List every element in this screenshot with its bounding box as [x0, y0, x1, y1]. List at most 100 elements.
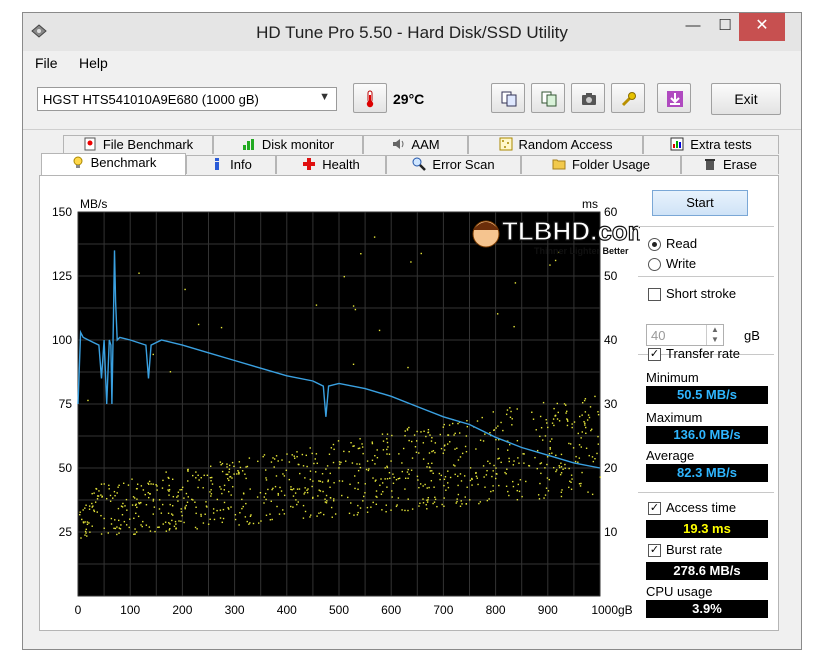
- access-time-dot: [420, 252, 422, 255]
- spin-arrows-icon[interactable]: ▲ ▼: [706, 325, 723, 345]
- access-time-dot: [508, 460, 510, 463]
- download-button[interactable]: [657, 83, 691, 113]
- access-time-dot: [230, 494, 232, 496]
- access-time-dot: [256, 496, 259, 498]
- access-time-dot: [379, 484, 381, 487]
- tab-file-benchmark[interactable]: File Benchmark: [63, 135, 213, 154]
- access-time-dot: [229, 476, 231, 478]
- access-time-dot: [574, 460, 577, 463]
- tab-random-access[interactable]: Random Access: [468, 135, 643, 154]
- access-time-dot: [514, 282, 517, 284]
- access-time-dot: [570, 481, 572, 484]
- short-stroke-input[interactable]: 40 ▲ ▼: [646, 324, 724, 346]
- access-time-dot: [125, 498, 128, 501]
- access-time-dot: [263, 454, 266, 456]
- copy-info-button[interactable]: [491, 83, 525, 113]
- access-time-dot: [325, 494, 328, 497]
- drive-select[interactable]: HGST HTS541010A9E680 (1000 gB) ▼: [37, 87, 337, 111]
- save-report-button[interactable]: [531, 83, 565, 113]
- access-time-dot: [265, 514, 268, 516]
- access-time-dot: [271, 518, 273, 521]
- access-time-dot: [135, 488, 138, 490]
- access-time-dot: [525, 480, 527, 483]
- tab-extra-tests[interactable]: Extra tests: [643, 135, 779, 154]
- tab-label: Random Access: [518, 137, 613, 152]
- tab-erase[interactable]: Erase: [681, 155, 779, 174]
- access-time-dot: [387, 446, 389, 448]
- access-time-dot: [406, 471, 409, 473]
- x-tick-label: 100: [120, 603, 140, 617]
- access-time-dot: [222, 517, 225, 520]
- access-time-dot: [124, 505, 126, 507]
- access-time-dot: [390, 509, 392, 511]
- screenshot-button[interactable]: [571, 83, 605, 113]
- tab-aam[interactable]: AAM: [363, 135, 468, 154]
- access-time-dot: [483, 476, 485, 478]
- access-time-dot: [457, 422, 459, 425]
- access-time-dot: [302, 465, 305, 467]
- access-time-dot: [133, 497, 136, 499]
- access-time-dot: [133, 533, 135, 535]
- access-time-dot: [265, 498, 267, 501]
- access-time-dot: [91, 492, 93, 495]
- options-button[interactable]: [611, 83, 645, 113]
- write-radio[interactable]: [648, 258, 661, 271]
- title-bar[interactable]: HD Tune Pro 5.50 - Hard Disk/SSD Utility…: [23, 13, 801, 51]
- access-time-dot: [112, 497, 114, 499]
- close-button[interactable]: ✕: [739, 13, 785, 41]
- access-time-dot: [466, 419, 468, 422]
- access-time-dot: [442, 426, 445, 428]
- burst-rate-checkbox[interactable]: ✓: [648, 544, 661, 557]
- access-time-dot: [187, 470, 189, 472]
- access-time-dot: [461, 503, 463, 505]
- tab-label: Benchmark: [90, 155, 157, 170]
- access-time-dot: [528, 465, 531, 467]
- maximize-button[interactable]: ☐: [709, 13, 741, 41]
- tab-folder-usage[interactable]: Folder Usage: [521, 155, 681, 174]
- access-time-dot: [493, 464, 495, 467]
- menu-help[interactable]: Help: [79, 55, 108, 71]
- access-time-dot: [212, 508, 215, 510]
- access-time-dot: [386, 433, 389, 435]
- short-stroke-checkbox[interactable]: [648, 288, 661, 301]
- access-time-dot: [535, 429, 537, 431]
- access-time-dot: [202, 487, 204, 489]
- access-time-dot: [569, 443, 572, 445]
- access-time-dot: [326, 465, 329, 467]
- access-time-dot: [425, 435, 427, 438]
- access-time-dot: [96, 495, 99, 497]
- access-time-dot: [237, 471, 240, 473]
- access-time-dot: [471, 484, 473, 486]
- tab-info[interactable]: Info: [186, 155, 276, 174]
- access-time-dot: [275, 475, 278, 477]
- start-button[interactable]: Start: [652, 190, 748, 216]
- temperature-button[interactable]: [353, 83, 387, 113]
- access-time-dot: [205, 505, 208, 507]
- access-time-dot: [453, 434, 455, 436]
- access-time-dot: [81, 518, 83, 521]
- tab-label: File Benchmark: [102, 137, 194, 152]
- access-time-dot: [205, 501, 207, 503]
- tab-disk-monitor[interactable]: Disk monitor: [213, 135, 363, 154]
- access-time-dot: [427, 496, 430, 499]
- minimize-button[interactable]: —: [677, 13, 709, 41]
- access-time-dot: [319, 480, 322, 482]
- access-time-dot: [549, 440, 551, 443]
- short-stroke-label: Short stroke: [666, 286, 737, 301]
- access-time-dot: [108, 484, 110, 487]
- tab-benchmark[interactable]: Benchmark: [41, 153, 186, 175]
- access-time-dot: [184, 507, 186, 510]
- access-time-dot: [262, 455, 264, 458]
- access-time-dot: [343, 275, 345, 278]
- access-time-checkbox[interactable]: ✓: [648, 502, 661, 515]
- menu-file[interactable]: File: [35, 55, 58, 71]
- access-time-dot: [427, 431, 430, 433]
- access-time-dot: [338, 467, 340, 469]
- tab-health[interactable]: Health: [276, 155, 386, 174]
- read-radio[interactable]: [648, 238, 661, 251]
- transfer-rate-checkbox[interactable]: ✓: [648, 348, 661, 361]
- exit-button[interactable]: Exit: [711, 83, 781, 115]
- access-time-dot: [313, 462, 315, 465]
- tab-error-scan[interactable]: Error Scan: [386, 155, 521, 174]
- access-time-dot: [226, 463, 228, 465]
